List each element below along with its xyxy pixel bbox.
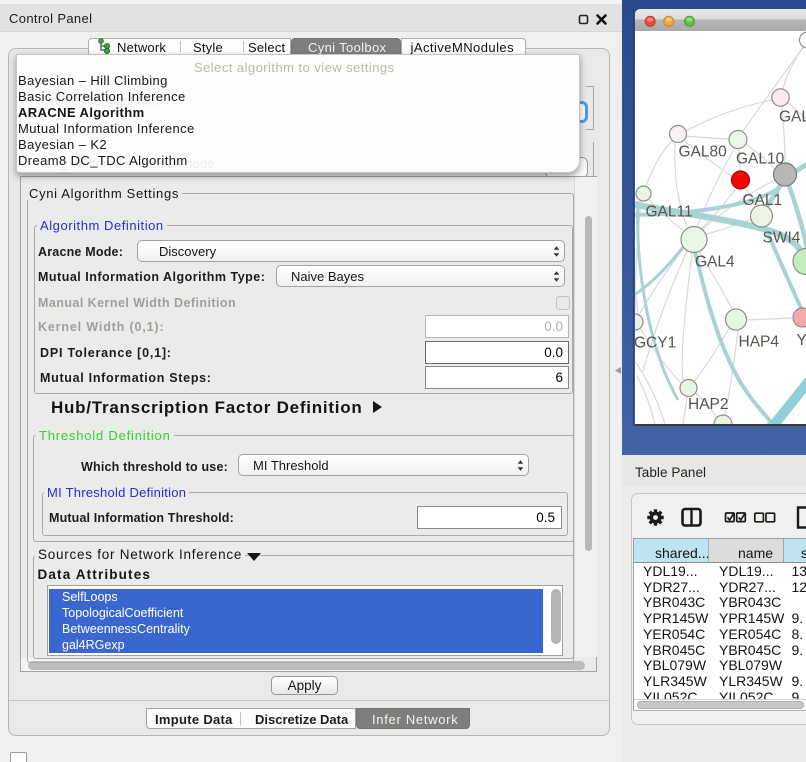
svg-text:GAL4: GAL4: [695, 254, 735, 271]
svg-text:GAL: GAL: [779, 109, 806, 126]
svg-text:GAL11: GAL11: [646, 204, 693, 221]
svg-text:HAP4: HAP4: [739, 334, 780, 351]
svg-text:GCY1: GCY1: [635, 335, 676, 352]
svg-text:GAL10: GAL10: [736, 151, 785, 168]
svg-text:GAL80: GAL80: [679, 144, 728, 161]
svg-text:GAL1: GAL1: [743, 192, 783, 209]
svg-text:HAP2: HAP2: [688, 396, 729, 413]
svg-text:SWI4: SWI4: [763, 230, 801, 247]
svg-text:Y: Y: [797, 332, 806, 349]
